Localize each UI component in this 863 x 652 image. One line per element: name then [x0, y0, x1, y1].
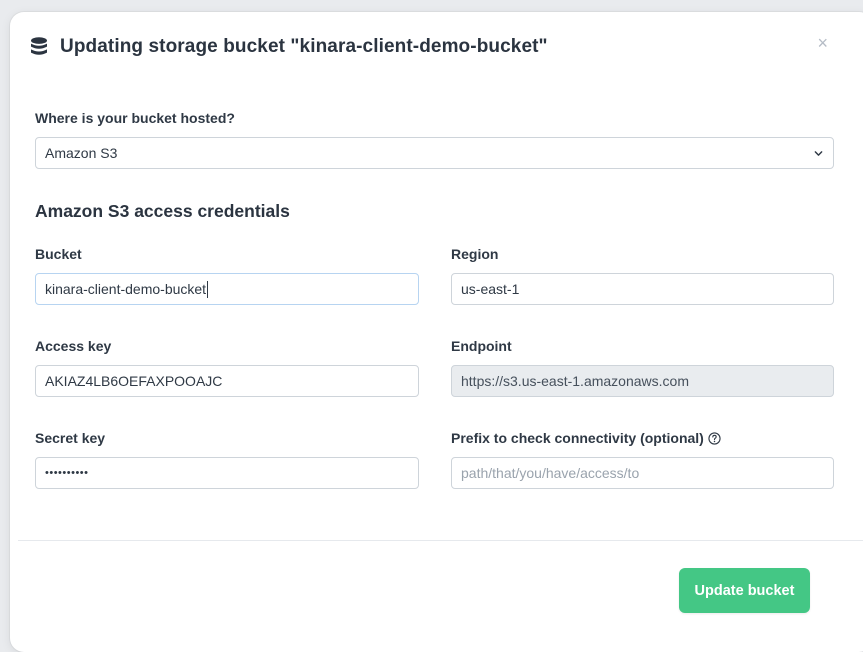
bucket-input[interactable]: kinara-client-demo-bucket	[35, 273, 419, 305]
footer-divider	[18, 540, 863, 541]
database-icon	[30, 37, 48, 57]
update-bucket-modal: Updating storage bucket "kinara-client-d…	[10, 12, 863, 652]
access-key-label: Access key	[35, 338, 112, 354]
endpoint-input: https://s3.us-east-1.amazonaws.com	[451, 365, 834, 397]
bucket-input-value: kinara-client-demo-bucket	[45, 281, 207, 297]
region-label: Region	[451, 246, 499, 262]
region-input[interactable]: us-east-1	[451, 273, 834, 305]
secret-key-input-value: ••••••••••	[45, 467, 89, 479]
secret-key-label: Secret key	[35, 430, 106, 446]
prefix-input-placeholder: path/that/you/have/access/to	[461, 465, 640, 481]
prefix-label: Prefix to check connectivity (optional)	[451, 430, 721, 448]
hosting-label: Where is your bucket hosted?	[35, 110, 235, 126]
hosting-select[interactable]: Amazon S3	[35, 137, 834, 169]
chevron-down-icon	[814, 151, 823, 156]
access-key-input-value: AKIAZ4LB6OEFAXPOOAJC	[45, 373, 223, 389]
secret-key-input[interactable]: ••••••••••	[35, 457, 419, 489]
bucket-label: Bucket	[35, 246, 82, 262]
endpoint-input-value: https://s3.us-east-1.amazonaws.com	[461, 373, 689, 389]
question-circle-icon[interactable]	[708, 432, 721, 448]
endpoint-label: Endpoint	[451, 338, 512, 354]
update-bucket-button[interactable]: Update bucket	[679, 568, 810, 613]
access-key-input[interactable]: AKIAZ4LB6OEFAXPOOAJC	[35, 365, 419, 397]
prefix-input[interactable]: path/that/you/have/access/to	[451, 457, 834, 489]
close-icon[interactable]: ×	[817, 34, 828, 52]
text-caret	[207, 280, 209, 298]
region-input-value: us-east-1	[461, 281, 520, 297]
prefix-label-text: Prefix to check connectivity (optional)	[451, 430, 704, 446]
credentials-section-title: Amazon S3 access credentials	[35, 201, 290, 221]
modal-header: Updating storage bucket "kinara-client-d…	[10, 12, 863, 82]
modal-title: Updating storage bucket "kinara-client-d…	[60, 36, 548, 57]
hosting-select-value: Amazon S3	[45, 145, 118, 161]
